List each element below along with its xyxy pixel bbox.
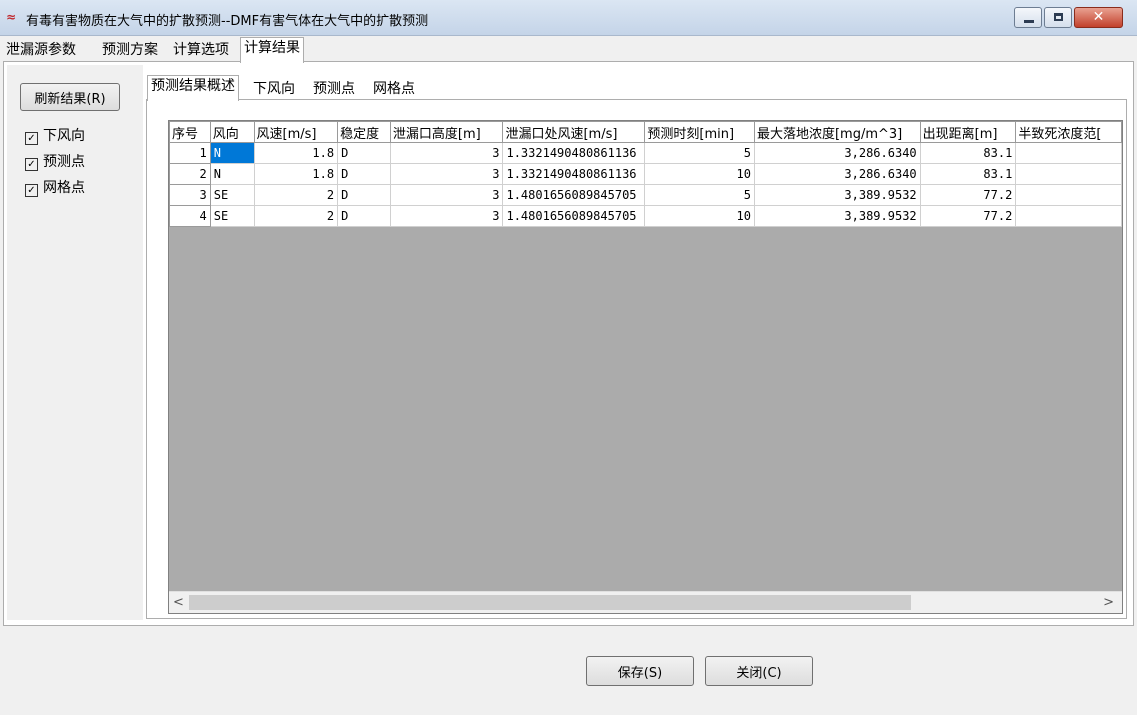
checkbox-grid-point[interactable]: ✓ 网格点 (25, 177, 85, 197)
scrollbar-thumb[interactable] (189, 595, 911, 610)
checkbox-label: 网格点 (43, 180, 85, 196)
table-cell[interactable]: SE (209, 205, 255, 227)
table-cell[interactable]: 1.8 (253, 163, 339, 185)
table-cell[interactable]: 1.3321490480861136 (502, 163, 646, 185)
close-button[interactable]: 关闭(C) (705, 656, 813, 686)
row-number-cell[interactable]: 1 (169, 142, 211, 164)
results-panel: 刷新结果(R) ✓ 下风向 ✓ 预测点 ✓ 网格点 预测结果概述 下风向 预测点 网格… (3, 61, 1134, 626)
table-row[interactable]: 4 SE 2 D 3 1.4801656089845705 10 3,389.9… (169, 205, 1122, 227)
tab-calc-results[interactable]: 计算结果 (240, 37, 304, 63)
table-cell[interactable]: N (209, 163, 255, 185)
refresh-results-button[interactable]: 刷新结果(R) (20, 83, 120, 111)
table-cell[interactable]: 5 (644, 142, 755, 164)
column-header[interactable]: 出现距离[m] (919, 121, 1017, 143)
tab-prediction-point[interactable]: 预测点 (310, 79, 358, 100)
row-number-cell[interactable]: 3 (169, 184, 211, 206)
table-row[interactable]: 1 N 1.8 D 3 1.3321490480861136 5 3,286.6… (169, 142, 1122, 164)
table-cell[interactable]: 3 (389, 163, 504, 185)
table-cell[interactable]: N (209, 142, 255, 164)
table-cell[interactable] (1015, 184, 1122, 206)
table-cell[interactable]: D (337, 205, 391, 227)
scroll-left-icon[interactable]: < (173, 595, 184, 610)
table-cell[interactable]: SE (209, 184, 255, 206)
tab-prediction-plan[interactable]: 预测方案 (99, 40, 161, 61)
table-cell[interactable]: 83.1 (919, 142, 1017, 164)
maximize-button[interactable] (1044, 7, 1072, 28)
table-cell[interactable]: 1.4801656089845705 (502, 205, 646, 227)
sub-tab-strip: 预测结果概述 下风向 预测点 网格点 (147, 75, 1127, 101)
horizontal-scrollbar[interactable]: < > (169, 591, 1122, 613)
left-options-panel: 刷新结果(R) ✓ 下风向 ✓ 预测点 ✓ 网格点 (7, 65, 143, 620)
column-header[interactable]: 泄漏口处风速[m/s] (502, 121, 646, 143)
table-row[interactable]: 2 N 1.8 D 3 1.3321490480861136 10 3,286.… (169, 163, 1122, 185)
table-cell[interactable]: 1.4801656089845705 (502, 184, 646, 206)
table-cell[interactable] (1015, 205, 1122, 227)
table-cell[interactable]: 3,286.6340 (753, 142, 921, 164)
table-cell[interactable]: 3 (389, 142, 504, 164)
scroll-right-icon[interactable]: > (1103, 595, 1114, 610)
table-cell[interactable]: D (337, 142, 391, 164)
row-number-cell[interactable]: 4 (169, 205, 211, 227)
checkbox-downwind[interactable]: ✓ 下风向 (25, 125, 85, 145)
table-cell[interactable]: 5 (644, 184, 755, 206)
tab-calc-options[interactable]: 计算选项 (170, 40, 232, 61)
table-cell[interactable]: 2 (253, 205, 339, 227)
table-cell[interactable]: D (337, 184, 391, 206)
checkbox-prediction-point[interactable]: ✓ 预测点 (25, 151, 85, 171)
maximize-icon (1054, 13, 1063, 21)
main-tab-strip: 泄漏源参数 预测方案 计算选项 计算结果 (0, 37, 1137, 63)
close-window-button[interactable]: ✕ (1074, 7, 1123, 28)
checkbox-checked-icon: ✓ (25, 158, 38, 171)
results-grid[interactable]: 序号 风向 风速[m/s] 稳定度 泄漏口高度[m] 泄漏口处风速[m/s] 预… (168, 120, 1123, 614)
table-cell[interactable]: 77.2 (919, 205, 1017, 227)
table-cell[interactable]: 3,389.9532 (753, 184, 921, 206)
column-header[interactable]: 半致死浓度范[ (1015, 121, 1122, 143)
column-header[interactable]: 稳定度 (337, 121, 391, 143)
save-button[interactable]: 保存(S) (586, 656, 694, 686)
minimize-button[interactable] (1014, 7, 1042, 28)
table-cell[interactable]: 2 (253, 184, 339, 206)
tab-leak-source-params[interactable]: 泄漏源参数 (3, 40, 79, 61)
result-summary-panel: 序号 风向 风速[m/s] 稳定度 泄漏口高度[m] 泄漏口处风速[m/s] 预… (146, 99, 1127, 619)
table-cell[interactable]: 1.3321490480861136 (502, 142, 646, 164)
checkbox-checked-icon: ✓ (25, 184, 38, 197)
minimize-icon (1024, 20, 1034, 23)
table-cell[interactable] (1015, 142, 1122, 164)
tab-result-summary[interactable]: 预测结果概述 (147, 75, 239, 101)
table-cell[interactable]: 10 (644, 163, 755, 185)
table-cell[interactable]: 3,286.6340 (753, 163, 921, 185)
table-cell[interactable]: 83.1 (919, 163, 1017, 185)
table-row[interactable]: 3 SE 2 D 3 1.4801656089845705 5 3,389.95… (169, 184, 1122, 206)
title-bar: ≈ 有毒有害物质在大气中的扩散预测--DMF有害气体在大气中的扩散预测 ✕ (0, 0, 1137, 36)
table-cell[interactable] (1015, 163, 1122, 185)
table-cell[interactable]: 77.2 (919, 184, 1017, 206)
window-title: 有毒有害物质在大气中的扩散预测--DMF有害气体在大气中的扩散预测 (26, 14, 429, 29)
table-header-row: 序号 风向 风速[m/s] 稳定度 泄漏口高度[m] 泄漏口处风速[m/s] 预… (169, 121, 1122, 143)
tab-downwind[interactable]: 下风向 (250, 79, 298, 100)
table-cell[interactable]: 3 (389, 184, 504, 206)
column-header[interactable]: 风速[m/s] (253, 121, 339, 143)
checkbox-checked-icon: ✓ (25, 132, 38, 145)
column-header[interactable]: 预测时刻[min] (644, 121, 755, 143)
close-icon: ✕ (1092, 9, 1105, 25)
results-table: 序号 风向 风速[m/s] 稳定度 泄漏口高度[m] 泄漏口处风速[m/s] 预… (169, 121, 1122, 227)
checkbox-label: 下风向 (43, 128, 85, 144)
row-number-cell[interactable]: 2 (169, 163, 211, 185)
table-cell[interactable]: 3,389.9532 (753, 205, 921, 227)
column-header[interactable]: 序号 (169, 121, 211, 143)
table-cell[interactable]: D (337, 163, 391, 185)
table-cell[interactable]: 3 (389, 205, 504, 227)
checkbox-label: 预测点 (43, 154, 85, 170)
column-header[interactable]: 风向 (209, 121, 255, 143)
column-header[interactable]: 泄漏口高度[m] (389, 121, 504, 143)
column-header[interactable]: 最大落地浓度[mg/m^3] (753, 121, 921, 143)
app-logo-icon: ≈ (6, 10, 17, 24)
table-cell[interactable]: 10 (644, 205, 755, 227)
table-cell[interactable]: 1.8 (253, 142, 339, 164)
tab-grid-point[interactable]: 网格点 (370, 79, 418, 100)
